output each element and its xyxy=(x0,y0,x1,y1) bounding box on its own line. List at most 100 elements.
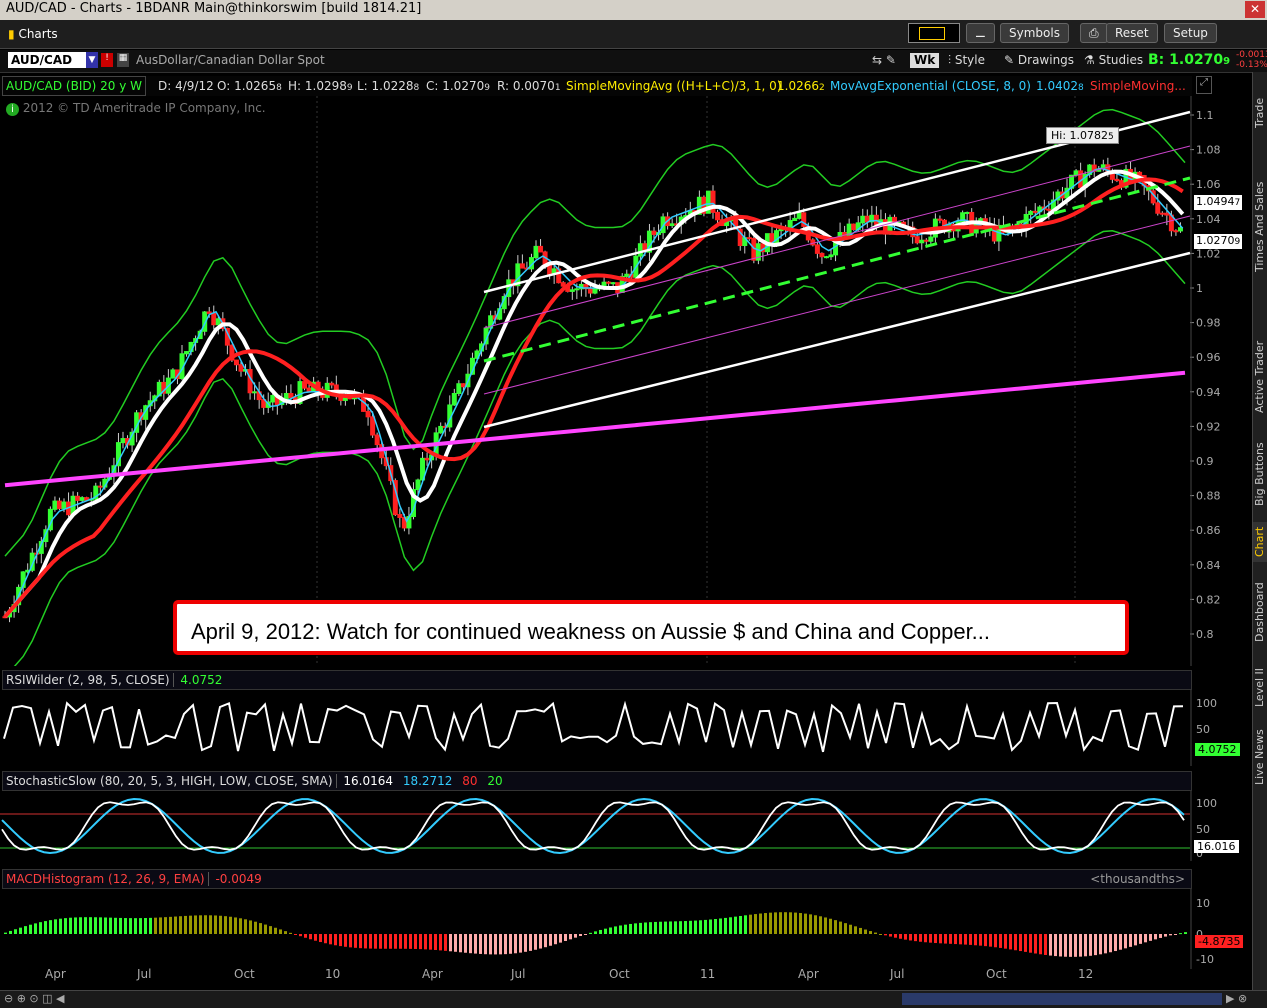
macd-bar xyxy=(324,934,327,944)
symbol-color-box[interactable] xyxy=(908,23,960,43)
alert-icon[interactable]: ! xyxy=(101,53,113,67)
charts-tab[interactable]: ▮ Charts xyxy=(8,24,58,44)
macd-bar xyxy=(679,921,682,934)
macd-bar xyxy=(379,934,382,949)
macd-bar xyxy=(1109,934,1112,953)
macd-bar xyxy=(469,934,472,954)
time-axis-label: 10 xyxy=(325,967,341,981)
macd-bar xyxy=(289,932,292,934)
price-axis-tick: 1.04 xyxy=(1196,213,1221,226)
link-icon[interactable]: ⚊ xyxy=(966,23,995,43)
macd-bar xyxy=(439,934,442,951)
macd-label[interactable]: MACDHistogram (12, 26, 9, EMA) xyxy=(3,872,209,886)
macd-bar xyxy=(674,921,677,934)
macd-bar xyxy=(824,917,827,934)
macd-bar xyxy=(999,934,1002,948)
macd-bar xyxy=(939,934,942,944)
side-tab-trade[interactable]: Trade xyxy=(1253,78,1267,148)
macd-axis-tick: 10 xyxy=(1196,897,1210,910)
timeframe-button[interactable]: Wk xyxy=(910,53,940,68)
macd-bar xyxy=(184,915,187,934)
style-icon: ⫶ xyxy=(948,53,952,67)
macd-bar xyxy=(129,918,132,934)
macd-bar xyxy=(1129,934,1132,947)
candle-body xyxy=(79,497,85,501)
candle-body xyxy=(860,215,866,224)
rsi-label[interactable]: RSIWilder (2, 98, 5, CLOSE) xyxy=(3,673,174,687)
symbol-description: AusDollar/Canadian Dollar Spot xyxy=(136,53,325,67)
rsi-axis-tick: 50 xyxy=(1196,723,1210,736)
macd-bar xyxy=(1084,934,1087,957)
macd-bar xyxy=(89,917,92,934)
macd-tag: -4.8735 xyxy=(1195,935,1244,948)
printer-icon[interactable]: ⎙ xyxy=(1080,23,1108,43)
price-axis-tick: 1.02 xyxy=(1196,247,1221,260)
time-axis-label: Oct xyxy=(986,967,1007,981)
time-axis-label: 12 xyxy=(1078,967,1094,981)
macd-bar xyxy=(729,917,732,934)
scroll-right-icon[interactable]: ▶ ⊗ xyxy=(1226,992,1247,1005)
setup-button[interactable]: Setup xyxy=(1164,23,1217,43)
zoom-controls[interactable]: ⊖ ⊕ ⊙ ◫ ◀ xyxy=(4,992,65,1005)
macd-bar xyxy=(1089,934,1092,956)
macd-chart: 100-10 xyxy=(4,889,1214,969)
time-axis-label: Apr xyxy=(422,967,443,981)
side-tab-dashboard[interactable]: Dashboard xyxy=(1253,572,1267,652)
studies-icon: ⚗ xyxy=(1084,53,1095,67)
macd-bar xyxy=(279,929,282,934)
macd-bar xyxy=(1069,934,1072,957)
macd-bar xyxy=(264,924,267,934)
sma-study-label[interactable]: SimpleMovingAvg ((H+L+C)/3, 1, 0) xyxy=(566,79,782,93)
rsi-line xyxy=(3,700,1184,753)
side-tab-big-buttons[interactable]: Big Buttons xyxy=(1253,437,1267,512)
style-button[interactable]: ⫶ Style xyxy=(948,53,985,68)
price-axis-tick: 0.96 xyxy=(1196,351,1221,364)
ema-price-tag: 1.04947 xyxy=(1194,195,1243,210)
macd-bar xyxy=(34,923,37,934)
macd-bar xyxy=(719,918,722,934)
sma-red-line xyxy=(3,177,1184,619)
symbol-input[interactable]: AUD/CAD xyxy=(8,52,87,68)
macd-bar xyxy=(764,913,767,934)
symbols-button[interactable]: Symbols xyxy=(1000,23,1069,43)
chevron-down-icon[interactable]: ▼ xyxy=(86,52,98,68)
candle-body xyxy=(370,416,376,436)
grid-icon[interactable]: ▦ xyxy=(117,53,129,67)
side-tab-times-and-sales[interactable]: Times And Sales xyxy=(1253,152,1267,302)
macd-bar xyxy=(949,934,952,944)
macd-bar xyxy=(599,929,602,934)
candle-body xyxy=(519,263,525,269)
ema-study-label[interactable]: MovAvgExponential (CLOSE, 8, 0) xyxy=(830,79,1031,93)
macd-bar xyxy=(779,912,782,934)
symbol-timeframe[interactable]: AUD/CAD (BID) 20 y W xyxy=(2,76,146,96)
macd-bar xyxy=(979,934,982,946)
macd-bar xyxy=(829,918,832,934)
side-tab-level-ii[interactable]: Level II xyxy=(1253,662,1267,712)
macd-bar xyxy=(159,917,162,934)
macd-bar xyxy=(249,920,252,934)
macd-bar xyxy=(799,913,802,934)
side-tab-live-news[interactable]: Live News xyxy=(1253,722,1267,792)
studies-button[interactable]: ⚗ Studies xyxy=(1084,53,1143,67)
sma2-study-label[interactable]: SimpleMoving... xyxy=(1090,79,1186,93)
macd-bar xyxy=(389,934,392,949)
side-tab-chart[interactable]: Chart xyxy=(1253,522,1267,562)
side-tab-active-trader[interactable]: Active Trader xyxy=(1253,322,1267,432)
macd-bar xyxy=(294,934,297,935)
macd-bar xyxy=(879,933,882,935)
candle-body xyxy=(715,211,721,221)
stoch-label[interactable]: StochasticSlow (80, 20, 5, 3, HIGH, LOW,… xyxy=(3,774,337,788)
chart-tool-icons[interactable]: ⇆ ✎ xyxy=(872,53,896,67)
reset-button[interactable]: Reset xyxy=(1106,23,1158,43)
ema-white-line xyxy=(3,169,1185,619)
drawings-button[interactable]: ✎ Drawings xyxy=(1004,53,1074,67)
time-scrollbar[interactable] xyxy=(902,993,1222,1005)
info-icon[interactable]: i xyxy=(6,103,19,116)
macd-bar xyxy=(274,927,277,934)
macd-bar xyxy=(1039,934,1042,955)
expand-icon[interactable]: ⤢ xyxy=(1196,76,1212,94)
close-icon[interactable]: ✕ xyxy=(1245,1,1265,18)
price-axis-tick: 1.06 xyxy=(1196,178,1221,191)
candle-body xyxy=(329,382,335,386)
channel-inner-upper xyxy=(483,145,1191,329)
